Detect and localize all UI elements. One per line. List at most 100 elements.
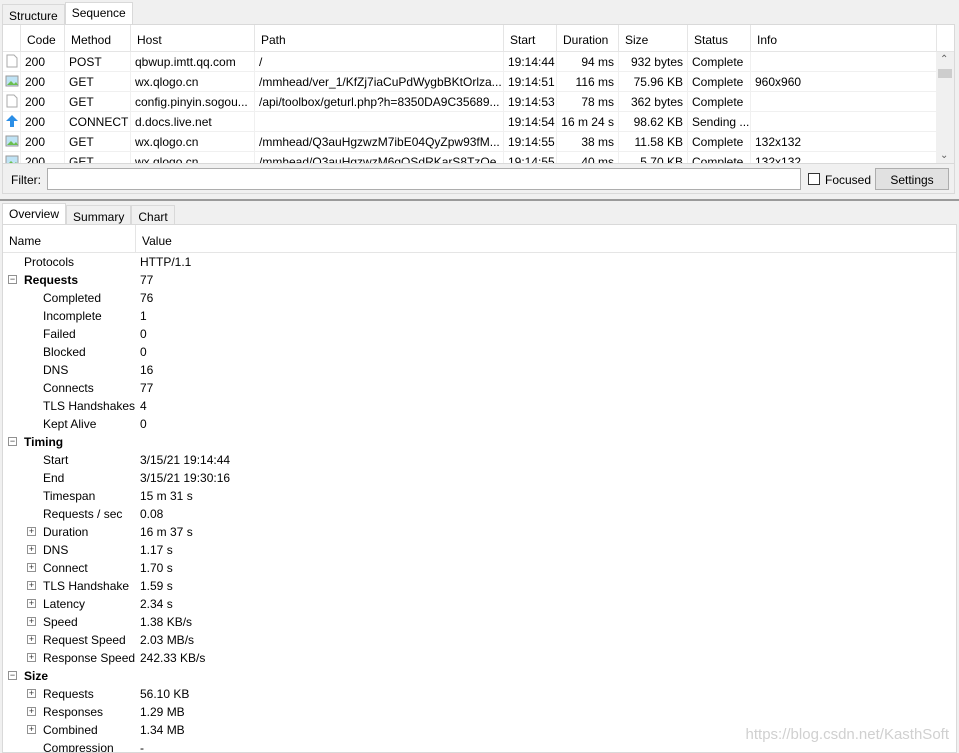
expand-icon[interactable]: + — [27, 653, 36, 662]
cell-size: 932 bytes — [619, 52, 688, 72]
tree-value: 2.34 s — [140, 597, 173, 611]
vertical-scrollbar[interactable]: ⌃ ⌄ — [936, 52, 954, 163]
tab-overview[interactable]: Overview — [2, 203, 67, 225]
expand-icon[interactable]: + — [27, 563, 36, 572]
column-info[interactable]: Info — [751, 25, 937, 52]
table-row[interactable]: 200 GET wx.qlogo.cn/mmhead/Q3auHgzwzM7ibE0… — [3, 132, 954, 152]
tree-value: 0 — [140, 417, 147, 431]
column-name[interactable]: Name — [3, 225, 136, 252]
image-icon — [3, 72, 21, 92]
tree-value: - — [140, 741, 144, 753]
tree-row[interactable]: TLS Handshakes 4 — [3, 397, 956, 415]
tree-row[interactable]: + Request Speed 2.03 MB/s — [3, 631, 956, 649]
tree-name: Failed — [43, 327, 76, 341]
tree-name: Requests — [24, 273, 79, 287]
cell-method: POST — [65, 52, 131, 72]
filter-label: Filter: — [11, 173, 41, 187]
column-code[interactable]: Code — [21, 25, 65, 52]
tree-name: Duration — [43, 525, 89, 539]
tab-sequence[interactable]: Sequence — [64, 2, 133, 24]
table-row[interactable]: 200 GET wx.qlogo.cn/mmhead/ver_1/KfZj7iaCu… — [3, 72, 954, 92]
tree-row[interactable]: Timespan 15 m 31 s — [3, 487, 956, 505]
expand-icon[interactable]: + — [27, 527, 36, 536]
expand-icon[interactable]: + — [27, 725, 36, 734]
tree-row[interactable]: − Requests 77 — [3, 271, 956, 289]
column-size[interactable]: Size — [619, 25, 688, 52]
expand-icon[interactable]: + — [27, 689, 36, 698]
focused-checkbox[interactable] — [808, 173, 820, 185]
column-value[interactable]: Value — [136, 225, 172, 252]
tree-row[interactable]: + Requests 56.10 KB — [3, 685, 956, 703]
tree-value: 4 — [140, 399, 147, 413]
column-duration[interactable]: Duration — [557, 25, 619, 52]
collapse-icon[interactable]: − — [8, 671, 17, 680]
tree-row[interactable]: Completed 76 — [3, 289, 956, 307]
scroll-down-icon[interactable]: ⌄ — [940, 150, 948, 161]
tree-value: 2.03 MB/s — [140, 633, 195, 647]
column-status[interactable]: Status — [688, 25, 751, 52]
scrollbar-thumb[interactable] — [938, 69, 952, 78]
tree-name: Combined — [43, 723, 98, 737]
cell-start: 19:14:51 — [504, 72, 557, 92]
expand-icon[interactable]: + — [27, 545, 36, 554]
tree-row[interactable]: + Duration 16 m 37 s — [3, 523, 956, 541]
tree-row[interactable]: Connects 77 — [3, 379, 956, 397]
tree-row[interactable]: + Latency 2.34 s — [3, 595, 956, 613]
column-path[interactable]: Path — [255, 25, 504, 52]
tree-row[interactable]: − Size — [3, 667, 956, 685]
column-start[interactable]: Start — [504, 25, 557, 52]
tree-row[interactable]: Kept Alive 0 — [3, 415, 956, 433]
column-method[interactable]: Method — [65, 25, 131, 52]
collapse-icon[interactable]: − — [8, 437, 17, 446]
cell-duration: 16 m 24 s — [557, 112, 619, 132]
cell-start: 19:14:54 — [504, 112, 557, 132]
tree-row[interactable]: Start 3/15/21 19:14:44 — [3, 451, 956, 469]
expand-icon[interactable]: + — [27, 635, 36, 644]
tree-value: 3/15/21 19:30:16 — [140, 471, 231, 485]
tree-row[interactable]: + Responses 1.29 MB — [3, 703, 956, 721]
image-icon — [3, 132, 21, 152]
tree-row[interactable]: End 3/15/21 19:30:16 — [3, 469, 956, 487]
tree-row[interactable]: DNS 16 — [3, 361, 956, 379]
table-row[interactable]: 200 GET wx.qlogo.cn/mmhead/Q3auHgzwzM6gQSd… — [3, 152, 954, 163]
cell-info: 960x960 — [751, 72, 937, 92]
settings-button[interactable]: Settings — [875, 168, 949, 190]
tree-row[interactable]: + TLS Handshake 1.59 s — [3, 577, 956, 595]
tree-value: 0 — [140, 327, 147, 341]
column-icon[interactable] — [3, 25, 21, 52]
tree-row[interactable]: Protocols HTTP/1.1 — [3, 253, 956, 271]
collapse-icon[interactable]: − — [8, 275, 17, 284]
tree-row[interactable]: + Speed 1.38 KB/s — [3, 613, 956, 631]
tree-row[interactable]: + Response Speed 242.33 KB/s — [3, 649, 956, 667]
expand-icon[interactable]: + — [27, 617, 36, 626]
cell-code: 200 — [21, 152, 65, 163]
column-host[interactable]: Host — [131, 25, 255, 52]
expand-icon[interactable]: + — [27, 581, 36, 590]
splitter[interactable] — [0, 199, 959, 201]
table-row[interactable]: 200 GET config.pinyin.sogou.../api/toolbox… — [3, 92, 954, 112]
filter-bar: Filter: Focused Settings — [2, 164, 955, 194]
tree-value: 1.29 MB — [140, 705, 185, 719]
tree-value: 1.38 KB/s — [140, 615, 193, 629]
table-row[interactable]: 200 CONNECT d.docs.live.net 19:14:54 16 m 24… — [3, 112, 954, 132]
tree-row[interactable]: Incomplete 1 — [3, 307, 956, 325]
tab-chart[interactable]: Chart — [131, 205, 175, 225]
tree-row[interactable]: Blocked 0 — [3, 343, 956, 361]
filter-input[interactable] — [47, 168, 801, 190]
tree-row[interactable]: Requests / sec 0.08 — [3, 505, 956, 523]
tree-row[interactable]: Failed 0 — [3, 325, 956, 343]
tree-name: Request Speed — [43, 633, 126, 647]
tab-summary[interactable]: Summary — [66, 205, 132, 225]
table-row[interactable]: 200 POST qbwup.imtt.qq.com/19:14:44 94 ms 93… — [3, 52, 954, 72]
tab-structure[interactable]: Structure — [2, 4, 65, 24]
tree-row[interactable]: + Connect 1.70 s — [3, 559, 956, 577]
cell-info — [751, 112, 937, 132]
expand-icon[interactable]: + — [27, 599, 36, 608]
expand-icon[interactable]: + — [27, 707, 36, 716]
cell-code: 200 — [21, 132, 65, 152]
tree-row[interactable]: − Timing — [3, 433, 956, 451]
scroll-up-icon[interactable]: ⌃ — [940, 54, 948, 65]
top-tabs: Structure Sequence — [2, 2, 133, 24]
tree-row[interactable]: + DNS 1.17 s — [3, 541, 956, 559]
cell-code: 200 — [21, 52, 65, 72]
